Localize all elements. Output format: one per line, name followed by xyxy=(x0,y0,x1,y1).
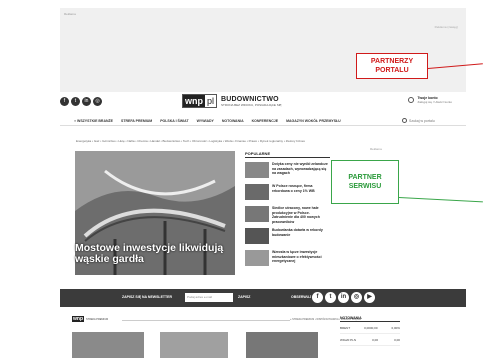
quote-row[interactable]: BRENT 0,0000,00 0,00% xyxy=(340,322,400,334)
popular-title[interactable]: Wzrosła w łącze inwestycje mieszkaniowe … xyxy=(272,250,330,268)
youtube-icon[interactable]: ▶ xyxy=(364,292,375,303)
partner-portal-label: PARTNERZY PORTALU xyxy=(370,58,414,74)
section-divider xyxy=(122,320,290,321)
user-icon xyxy=(408,97,415,103)
quote-change: 0,00% xyxy=(391,325,400,330)
search-icon[interactable] xyxy=(402,118,407,123)
quote-name: BRENT xyxy=(340,325,351,330)
hero-title[interactable]: Mostowe inwestycje likwidują wąskie gard… xyxy=(75,243,235,265)
popular-title[interactable]: Siedlce utracony, nowe hale produkcyjne … xyxy=(272,206,330,224)
logo-pl: pl xyxy=(207,96,215,106)
quotes-panel: NOTOWANIA BRENT 0,0000,00 0,00% WIG20 PL… xyxy=(340,316,400,346)
premium-article-image[interactable] xyxy=(160,332,228,358)
user-sub: Zaloguj się / Utwórz konto xyxy=(417,100,452,104)
newsletter-email-input[interactable]: Podaj adres e-mail xyxy=(185,293,233,302)
popular-item[interactable]: Dotyka ceny nie wynikł zelandcze na zasa… xyxy=(245,162,330,180)
popular-item[interactable]: Budowlanka dotarła w rekordy budowanie xyxy=(245,228,330,246)
premium-section: wnp STREFA PREMIUM » STREFA PREMIUM • WS… xyxy=(60,316,466,358)
newsletter-bar: ZAPISZ SIĘ NA NEWSLETTER Podaj adres e-m… xyxy=(60,289,466,307)
site-logo[interactable]: wnp pl BUDOWNICTWO STRONA BEZ WIDOKU, PO… xyxy=(182,94,282,108)
ad-label: Reklama xyxy=(370,147,382,151)
linkedin-icon[interactable]: in xyxy=(338,292,349,303)
instagram-icon[interactable]: ◎ xyxy=(351,292,362,303)
newsletter-social-links: f t in ◎ ▶ xyxy=(312,292,375,303)
popular-thumb xyxy=(245,206,269,222)
top-ad-banner[interactable]: Reklama Reklama (zasięg) xyxy=(60,8,466,92)
nav-item-premium[interactable]: STREFA PREMIUM xyxy=(121,119,152,123)
premium-logo[interactable]: wnp STREFA PREMIUM xyxy=(72,316,108,322)
facebook-icon[interactable]: f xyxy=(312,292,323,303)
twitter-icon[interactable]: t xyxy=(71,97,80,106)
premium-article-image[interactable] xyxy=(72,332,144,358)
search-box[interactable] xyxy=(402,118,443,123)
quote-change: 0,00 xyxy=(394,337,400,342)
instagram-icon[interactable]: ◎ xyxy=(93,97,102,106)
site-header: f t in ◎ wnp pl BUDOWNICTWO STRONA BEZ W… xyxy=(60,94,466,112)
wnp-logo-icon: wnp pl xyxy=(182,94,218,108)
twitter-icon[interactable]: t xyxy=(325,292,336,303)
popular-item[interactable]: Wzrosła w łącze inwestycje mieszkaniowe … xyxy=(245,250,330,268)
popular-item[interactable]: W Polsce rosnące, firma rekordowa o ceny… xyxy=(245,184,330,202)
popular-title[interactable]: W Polsce rosnące, firma rekordowa o ceny… xyxy=(272,184,330,202)
sub-nav-links[interactable]: Energetyka • Gaz • Górnictwo • Hutę • Na… xyxy=(76,139,305,143)
user-account[interactable]: Twoje konto Zaloguj się / Utwórz konto xyxy=(408,96,452,104)
premium-logo-text: STREFA PREMIUM xyxy=(86,317,109,321)
site-tagline: STRONA BEZ WIDOKU, POSIADAJĄCE SIĘ xyxy=(221,102,282,107)
quote-value: 0,00 xyxy=(372,337,378,342)
popular-heading: POPULARNE xyxy=(245,151,330,158)
nav-item-quotes[interactable]: NOTOWANIA xyxy=(222,119,244,123)
popular-title[interactable]: Dotyka ceny nie wynikł zelandcze na zasa… xyxy=(272,162,330,180)
partner-serwis-box[interactable]: PARTNER SERWISU xyxy=(331,160,399,204)
newsletter-label: ZAPISZ SIĘ NA NEWSLETTER xyxy=(122,295,173,299)
newsletter-submit-button[interactable]: ZAPISZ xyxy=(238,295,250,299)
nav-item-conferences[interactable]: KONFERENCJE xyxy=(252,119,278,123)
facebook-icon[interactable]: f xyxy=(60,97,69,106)
popular-thumb xyxy=(245,184,269,200)
linkedin-icon[interactable]: in xyxy=(82,97,91,106)
ad-tag-right: Reklama (zasięg) xyxy=(434,25,458,29)
popular-thumb xyxy=(245,162,269,178)
social-links: f t in ◎ xyxy=(60,97,102,106)
popular-thumb xyxy=(245,250,269,266)
partner-serwis-label: PARTNER SERWISU xyxy=(348,174,382,190)
sub-nav[interactable]: Energetyka • Gaz • Górnictwo • Hutę • Na… xyxy=(76,129,466,143)
logo-wnp: wnp xyxy=(183,95,205,107)
search-input[interactable] xyxy=(409,118,443,123)
partner-portal-box[interactable]: PARTNERZY PORTALU xyxy=(356,53,428,79)
ad-tag-left: Reklama xyxy=(64,12,76,16)
premium-article-image[interactable] xyxy=(246,332,318,358)
nav-item-interviews[interactable]: WYWIADY xyxy=(197,119,214,123)
quote-value: 0,0000,00 xyxy=(364,325,378,330)
nav-item-all[interactable]: ≡ WSZYSTKIE BRANŻE xyxy=(74,119,113,123)
partner-serwis-pointer xyxy=(398,197,483,203)
popular-thumb xyxy=(245,228,269,244)
popular-title[interactable]: Budowlanka dotarła w rekordy budowanie xyxy=(272,228,330,246)
site-name: BUDOWNICTWO xyxy=(221,95,279,103)
nav-item-magazine[interactable]: MAGAZYN WOKÓŁ PRZEMYSŁU xyxy=(286,119,341,123)
premium-logo-mark: wnp xyxy=(72,316,84,322)
popular-item[interactable]: Siedlce utracony, nowe hale produkcyjne … xyxy=(245,206,330,224)
quote-row[interactable]: WIG20 PLN 0,00 0,00 xyxy=(340,334,400,346)
popular-list: POPULARNE Dotyka ceny nie wynikł zelandc… xyxy=(245,151,330,268)
quote-name: WIG20 PLN xyxy=(340,337,357,342)
nav-item-world[interactable]: POLSKA I ŚWIAT xyxy=(160,119,188,123)
